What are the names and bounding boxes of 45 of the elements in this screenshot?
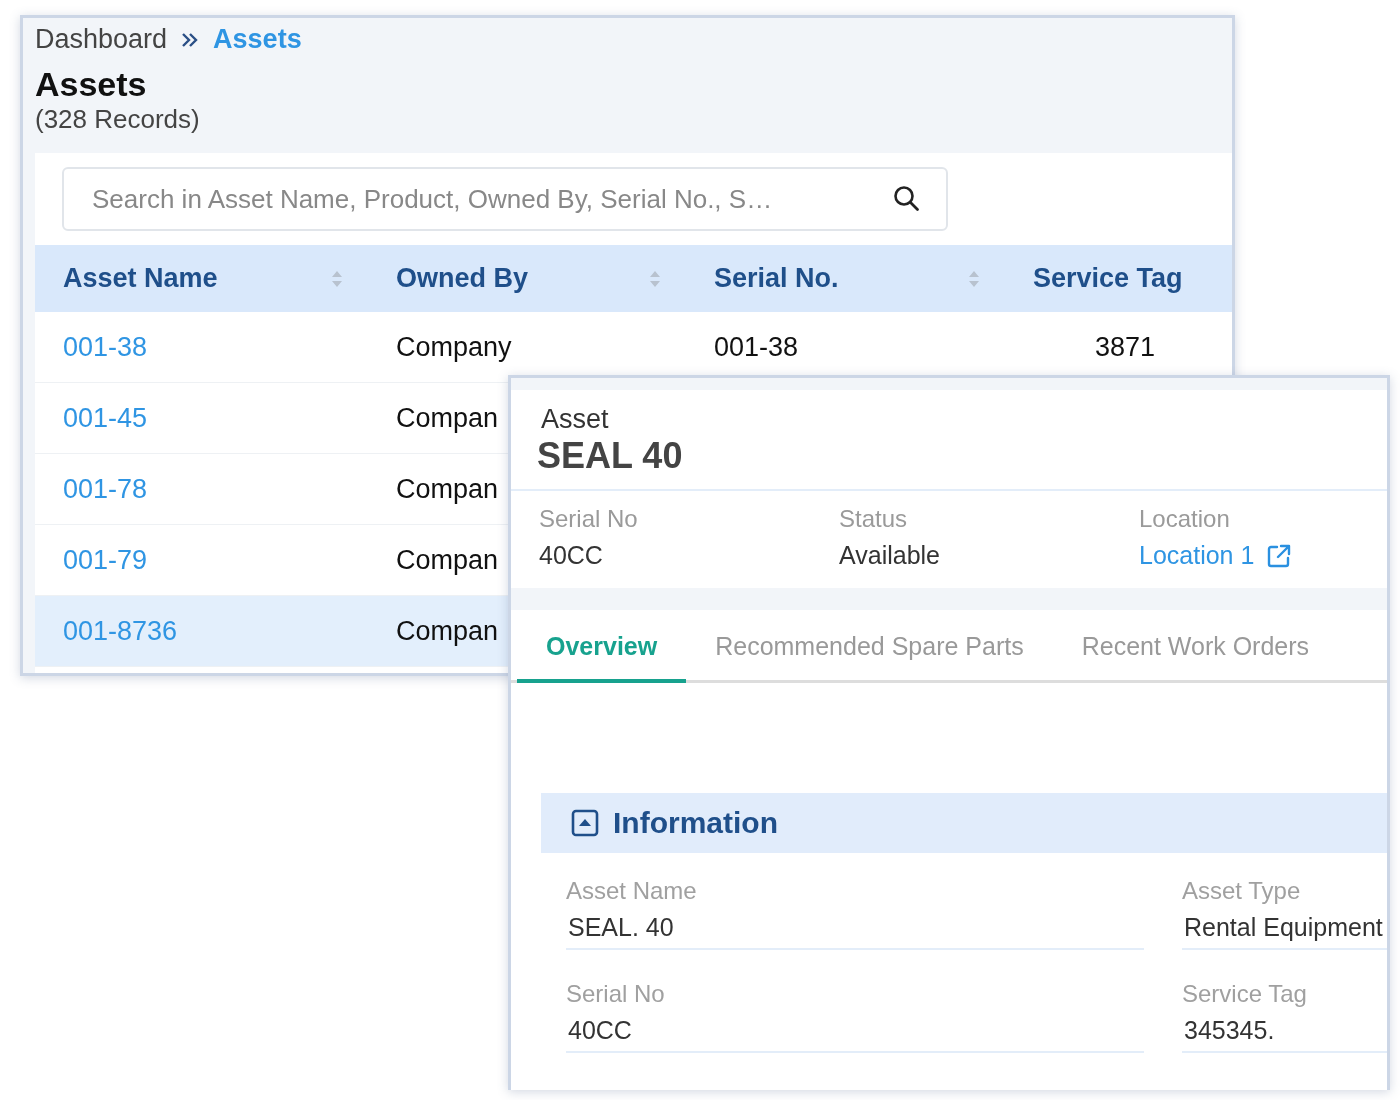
asset-link[interactable]: 001-78	[63, 473, 148, 504]
detail-title: SEAL 40	[511, 435, 1387, 491]
table-cell: Compan	[396, 473, 499, 504]
field-label: Asset Type	[1182, 877, 1302, 905]
tab[interactable]: Recommended Spare Parts	[686, 610, 1053, 683]
field-value: 345345.	[1183, 1016, 1276, 1045]
table-cell: 001-38	[714, 331, 799, 362]
search-field[interactable]: Search in Asset Name, Product, Owned By, Serial No., S…	[62, 167, 948, 231]
location-link[interactable]: Location 1	[1139, 541, 1293, 570]
summary-label: Location	[1139, 505, 1231, 533]
field-value: SEAL. 40	[567, 913, 675, 942]
table-cell: Compan	[396, 544, 499, 575]
column-header[interactable]: Serial No.	[714, 258, 981, 299]
detail-kicker: Asset	[540, 403, 610, 435]
field-value: Rental Equipment	[1183, 913, 1384, 942]
column-header[interactable]: Owned By	[396, 258, 662, 299]
breadcrumb-link[interactable]: Assets	[213, 24, 302, 55]
summary-label: Status	[839, 505, 909, 533]
field-value: 40CC	[567, 1016, 633, 1045]
page-title: Assets	[35, 65, 148, 104]
table-cell: 3871	[1095, 331, 1156, 362]
asset-link[interactable]: 001-8736	[63, 615, 178, 646]
table-cell: Compan	[396, 615, 499, 646]
asset-link[interactable]: 001-45	[63, 402, 148, 433]
summary-value: 40CC	[539, 541, 604, 570]
summary-label: Serial No	[539, 505, 639, 533]
double-chevron-icon	[181, 31, 200, 48]
collapse-icon	[571, 809, 599, 837]
table-cell: Company	[396, 331, 512, 362]
tab[interactable]: Recent Work Orders	[1052, 610, 1339, 683]
search-icon	[892, 184, 922, 214]
column-header[interactable]: Asset Name	[63, 258, 344, 299]
summary-value: Available	[839, 541, 941, 570]
field-label: Asset Name	[566, 877, 698, 905]
field-label: Service Tag	[1182, 980, 1308, 1008]
breadcrumb-link[interactable]: Dashboard	[35, 24, 168, 55]
tab[interactable]: Overview	[517, 610, 687, 683]
table-cell: Compan	[396, 402, 499, 433]
section-header[interactable]: Information	[541, 793, 1387, 853]
field-label: Serial No	[566, 980, 666, 1008]
external-link-icon	[1266, 542, 1293, 569]
column-header[interactable]: Service Tag	[1033, 258, 1183, 299]
asset-link[interactable]: 001-79	[63, 544, 148, 575]
asset-link[interactable]: 001-38	[63, 331, 148, 362]
record-count: (328 Records)	[35, 104, 201, 135]
